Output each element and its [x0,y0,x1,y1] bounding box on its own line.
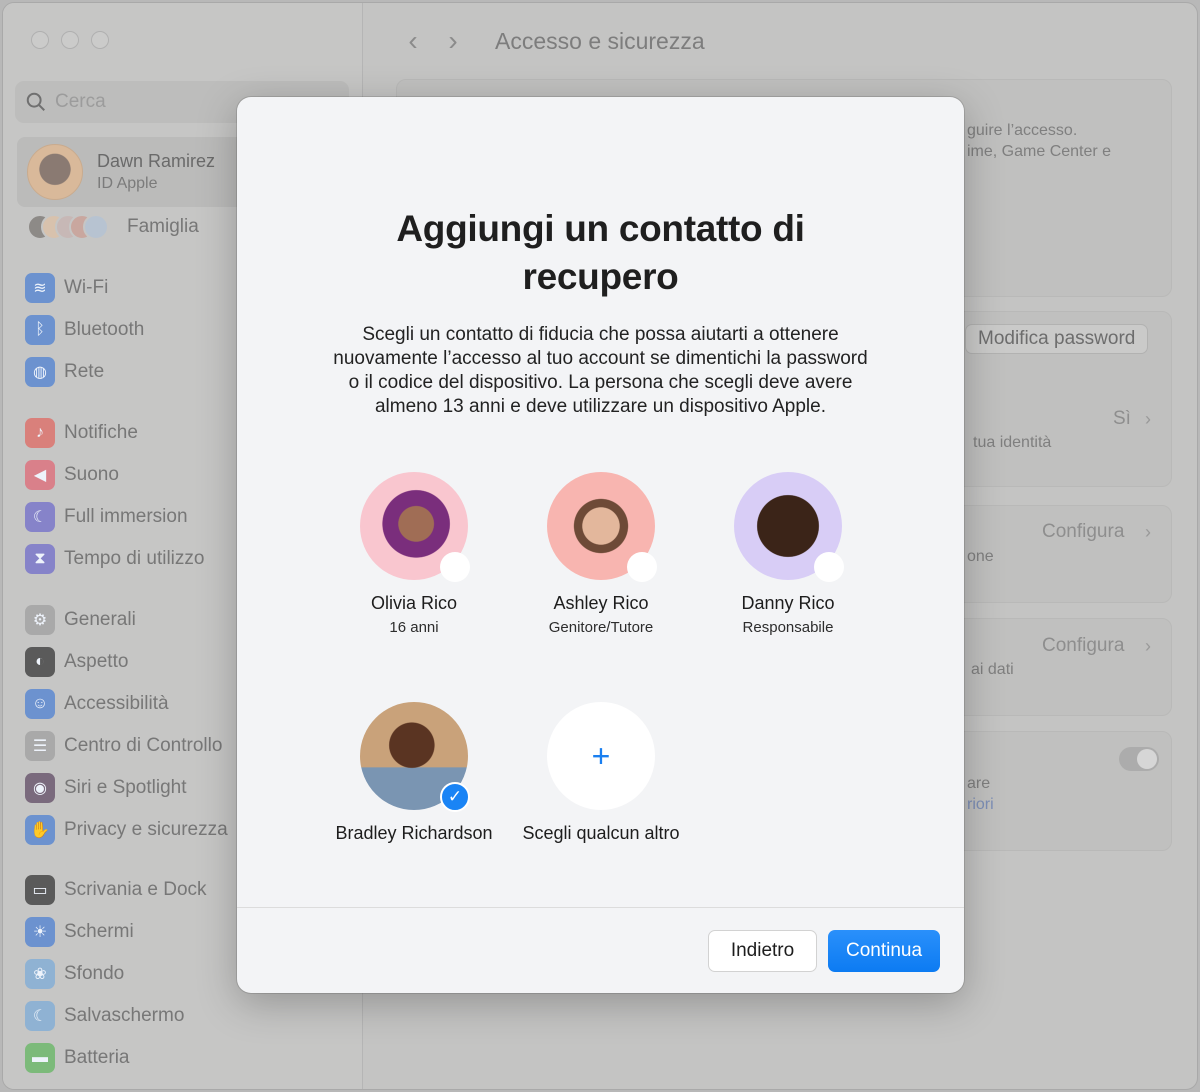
contact-name: Danny Rico [741,593,835,613]
add-recovery-contact-dialog: Aggiungi un contatto di recupero Scegli … [237,97,964,993]
contact-option[interactable]: Danny Rico Responsabile [693,472,883,636]
checkmark-icon[interactable]: ✓ [440,782,470,812]
sidebar-item-label: Generali [64,609,136,630]
sidebar-item-label: Suono [64,464,119,485]
wallpaper-icon: ❀ [25,959,55,989]
siri-icon: ◉ [25,773,55,803]
contact-subtitle: 16 anni [389,619,439,636]
row-text: tua identità [973,434,1052,451]
zoom-window-button[interactable] [91,31,109,49]
appearance-icon: ◐ [25,647,55,677]
dialog-title: Aggiungi un contatto di recupero [396,208,805,297]
contact-name: Ashley Rico [553,593,649,613]
contact-option[interactable]: Olivia Rico 16 anni [319,472,509,636]
contact-subtitle: Responsabile [742,619,834,636]
contact-name: Olivia Rico [370,593,458,613]
sidebar-item-label: Rete [64,361,105,382]
sidebar-item-label: Salvaschermo [64,1005,185,1026]
sidebar-item-label: Sfondo [64,963,125,984]
choose-someone-else-option[interactable]: + Scegli qualcun altro [506,702,696,844]
card-text: guire l’accesso. [967,122,1078,139]
sidebar-item-label: Famiglia [127,216,199,237]
change-password-button[interactable]: Modifica password [965,324,1149,354]
sidebar-item-batteria[interactable]: ▬ Batteria [25,1037,355,1079]
learn-more-link[interactable]: riori [967,796,994,814]
sidebar-item-salvaschermo[interactable]: ☾ Salvaschermo [25,995,355,1037]
sidebar-item-label: Full immersion [64,506,188,527]
battery-icon: ▬ [25,1043,55,1073]
selection-indicator[interactable] [440,552,470,582]
sidebar-item-label: Batteria [64,1047,130,1068]
dock-icon: ▭ [25,875,55,905]
back-button[interactable]: Indietro [708,930,817,972]
toolbar: ‹ › Accesso e sicurezza [393,23,705,59]
speaker-icon: ◀ [25,460,55,490]
forward-nav-button[interactable]: › [433,25,473,57]
plus-icon[interactable]: + [547,702,655,810]
chevron-right-icon: › [1145,522,1151,542]
control-center-icon: ☰ [25,731,55,761]
row-value[interactable]: Sì [1113,408,1131,430]
sidebar-item-label: Wi-Fi [64,277,109,298]
avatar [27,144,83,200]
window-controls [31,31,109,49]
sidebar-item-family[interactable]: Famiglia [27,211,199,243]
sidebar-item-label: Bluetooth [64,319,145,340]
account-name: Dawn Ramirez [97,151,216,171]
wifi-icon: ≋ [25,273,55,303]
sidebar-item-label: Schermi [64,921,134,942]
sidebar-item-label: Notifiche [64,422,138,443]
account-subtitle: ID Apple [97,175,158,192]
back-nav-button[interactable]: ‹ [393,25,433,57]
card-text: ime, Game Center e [967,143,1112,160]
page-title: Accesso e sicurezza [495,27,705,54]
continue-button[interactable]: Continua [828,930,940,972]
sidebar-item-label: Siri e Spotlight [64,777,187,798]
chevron-right-icon: › [1145,409,1151,429]
globe-icon: ◍ [25,357,55,387]
sidebar-item-label: Tempo di utilizzo [64,548,205,569]
row-text: are [967,775,991,792]
gear-icon: ⚙ [25,605,55,635]
contact-subtitle: Genitore/Tutore [548,619,654,636]
close-window-button[interactable] [31,31,49,49]
chevron-right-icon: › [1145,636,1151,656]
hourglass-icon: ⧗ [25,544,55,574]
configure-button[interactable]: Configura [1042,521,1124,543]
sidebar-item-label: Aspetto [64,651,129,672]
toggle-switch[interactable] [1119,747,1159,771]
contact-name: Bradley Richardson [335,823,493,843]
contact-option[interactable]: Ashley Rico Genitore/Tutore [506,472,696,636]
sidebar-item-label: Accessibilità [64,693,169,714]
bluetooth-icon: ᛒ [25,315,55,345]
dialog-description: Scegli un contatto di fiducia che possa … [333,324,868,417]
selection-indicator[interactable] [814,552,844,582]
family-avatars [27,214,109,240]
row-text: one [967,548,994,565]
sidebar-item-label: Scrivania e Dock [64,879,207,900]
screensaver-icon: ☾ [25,1001,55,1031]
choose-someone-else-label: Scegli qualcun altro [522,823,680,843]
hand-icon: ✋ [25,815,55,845]
brightness-icon: ☀ [25,917,55,947]
sidebar-item-label: Centro di Controllo [64,735,223,756]
row-text: ai dati [971,661,1014,678]
minimize-window-button[interactable] [61,31,79,49]
bell-icon: ♪ [25,418,55,448]
sidebar-item-label: Privacy e sicurezza [64,819,228,840]
moon-icon: ☾ [25,502,55,532]
selection-indicator[interactable] [627,552,657,582]
configure-button[interactable]: Configura [1042,635,1124,657]
search-icon [26,92,45,111]
contact-option[interactable]: ✓ Bradley Richardson [319,702,509,844]
accessibility-icon: ☺ [25,689,55,719]
dialog-divider [237,907,964,908]
